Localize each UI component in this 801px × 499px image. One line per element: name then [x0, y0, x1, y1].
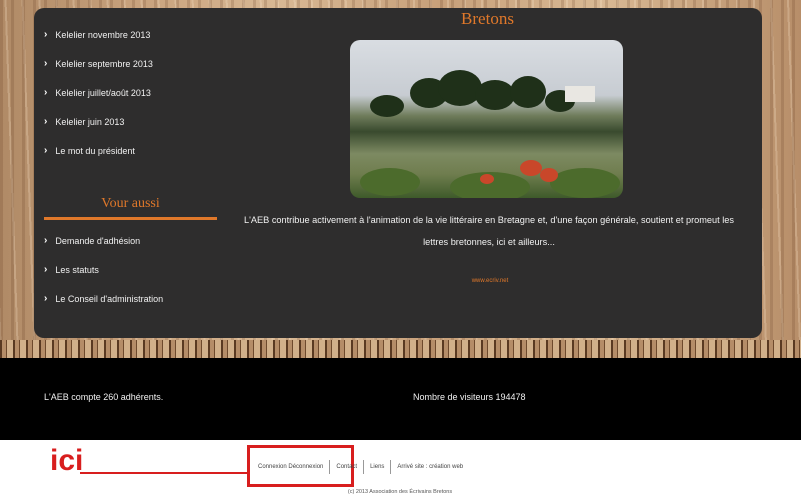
web-credit-link[interactable]: Arrivé site : création web — [391, 464, 469, 470]
member-count: L'AEB compte 260 adhérents. — [44, 392, 164, 402]
visitor-count: Nombre de visiteurs 194478 — [413, 392, 526, 402]
sidebar-item-statuts[interactable]: › Les statuts — [44, 255, 224, 284]
chevron-right-icon: › — [44, 264, 48, 275]
sidebar-item-label: Les statuts — [55, 264, 99, 275]
website-link[interactable]: www.ecriv.net — [440, 278, 540, 284]
sidebar-menu: › Kelelier novembre 2013 › Kelelier sept… — [44, 20, 224, 165]
sidebar-item-adhesion[interactable]: › Demande d'adhésion — [44, 226, 224, 255]
sidebar-item-kelelier-jun-2013[interactable]: › Kelelier juin 2013 — [44, 107, 224, 136]
sidebar-item-kelelier-jul-aug-2013[interactable]: › Kelelier juillet/août 2013 — [44, 78, 224, 107]
copyright-text: (c) 2013 Association des Écrivains Breto… — [347, 489, 453, 495]
sidebar-menu-secondary: › Demande d'adhésion › Les statuts › Le … — [44, 226, 224, 313]
sidebar-item-label: Demande d'adhésion — [55, 235, 141, 246]
liens-link[interactable]: Liens — [364, 464, 390, 470]
chevron-right-icon: › — [44, 87, 48, 98]
sidebar-item-mot-du-president[interactable]: › Le mot du président — [44, 136, 224, 165]
wood-strip — [0, 340, 801, 358]
section-divider — [44, 217, 217, 220]
chevron-right-icon: › — [44, 145, 48, 156]
sidebar-item-label: Le Conseil d'administration — [55, 293, 164, 304]
sidebar-item-label: Kelelier septembre 2013 — [55, 58, 153, 69]
page-title: Bretons — [461, 9, 514, 28]
connexion-deconnexion-link[interactable]: Connexion Déconnexion — [258, 464, 329, 470]
contact-link[interactable]: Contact — [330, 464, 363, 470]
sidebar-item-label: Kelelier juin 2013 — [55, 116, 125, 127]
chevron-right-icon: › — [44, 116, 48, 127]
chevron-right-icon: › — [44, 29, 48, 40]
sidebar-item-label: Le mot du président — [55, 145, 135, 156]
sidebar-section-heading: Vour aussi — [101, 196, 160, 211]
sidebar-item-label: Kelelier novembre 2013 — [55, 29, 151, 40]
landscape-photo — [350, 40, 623, 198]
chevron-right-icon: › — [44, 293, 48, 304]
sidebar-item-conseil[interactable]: › Le Conseil d'administration — [44, 284, 224, 313]
chevron-right-icon: › — [44, 58, 48, 69]
sidebar-item-kelelier-sep-2013[interactable]: › Kelelier septembre 2013 — [44, 49, 224, 78]
association-description: L'AEB contribue activement à l'animation… — [244, 215, 734, 247]
sidebar-item-kelelier-nov-2013[interactable]: › Kelelier novembre 2013 — [44, 20, 224, 49]
bottom-navigation: Connexion Déconnexion Contact Liens Arri… — [258, 460, 469, 474]
annotation-line — [80, 472, 247, 474]
annotation-label: ici — [50, 444, 84, 477]
chevron-right-icon: › — [44, 235, 48, 246]
sidebar-item-label: Kelelier juillet/août 2013 — [55, 87, 151, 98]
